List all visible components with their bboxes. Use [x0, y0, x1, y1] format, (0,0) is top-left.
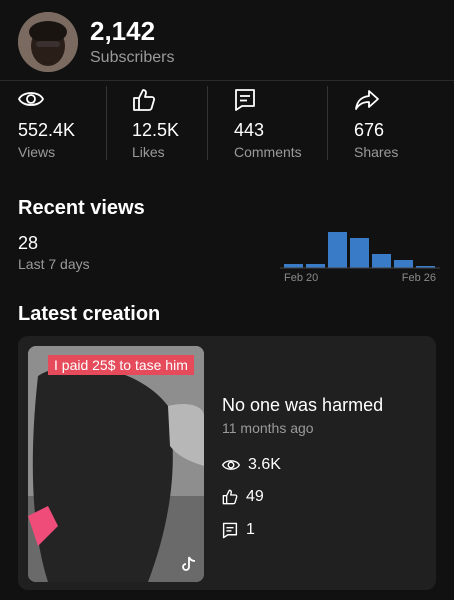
chart-bar: [284, 264, 303, 268]
stat-comments[interactable]: 443 Comments: [234, 88, 302, 160]
shares-value: 676: [354, 120, 385, 140]
stat-likes[interactable]: 12.5K Likes: [132, 88, 179, 160]
chart-tick-label: Feb 20: [284, 272, 318, 284]
subscriber-count: 2,142: [90, 16, 156, 46]
recent-views-period: Last 7 days: [18, 256, 90, 272]
divider: [106, 86, 107, 160]
chart-bar: [372, 254, 391, 268]
eye-icon: [222, 457, 240, 473]
video-comments-row: 1: [222, 521, 255, 539]
comments-value: 443: [234, 120, 265, 140]
chart-bar: [350, 238, 369, 268]
video-posted-time: 11 months ago: [222, 420, 314, 436]
avatar[interactable]: [18, 12, 78, 72]
comment-icon: [234, 88, 302, 114]
recent-views-count: 28: [18, 233, 39, 253]
shares-label: Shares: [354, 144, 399, 160]
eye-icon: [18, 88, 75, 114]
likes-value: 12.5K: [132, 120, 180, 140]
chart-bar: [306, 264, 325, 268]
video-title: No one was harmed: [222, 395, 384, 415]
views-value: 552.4K: [18, 120, 76, 140]
recent-views-chart[interactable]: Feb 20 Feb 26: [280, 228, 440, 288]
views-label: Views: [18, 144, 56, 160]
divider: [327, 86, 328, 160]
subscriber-label: Subscribers: [90, 49, 175, 66]
video-views-row: 3.6K: [222, 456, 281, 474]
chart-tick-label: Feb 26: [402, 272, 436, 284]
tiktok-logo-icon: [182, 556, 196, 572]
chart-bar: [328, 232, 347, 268]
comments-label: Comments: [234, 144, 302, 160]
likes-label: Likes: [132, 144, 165, 160]
comment-icon: [222, 522, 238, 539]
video-views-value: 3.6K: [248, 456, 281, 473]
thumbs-up-icon: [132, 88, 179, 114]
divider: [0, 80, 454, 81]
profile-header: 2,142 Subscribers: [18, 12, 174, 72]
video-likes-value: 49: [246, 488, 264, 505]
recent-views-title: Recent views: [18, 197, 145, 219]
video-likes-row: 49: [222, 488, 264, 506]
thumbnail-caption: I paid 25$ to tase him: [48, 355, 194, 375]
video-thumbnail[interactable]: I paid 25$ to tase him: [28, 346, 204, 582]
share-icon: [354, 88, 398, 114]
video-comments-value: 1: [246, 521, 255, 538]
latest-video-card[interactable]: I paid 25$ to tase him No one was harmed…: [18, 336, 436, 590]
stats-row: 552.4K Views 12.5K Likes 443 Comments 67…: [0, 88, 454, 160]
latest-creation-title: Latest creation: [18, 303, 161, 325]
thumbs-up-icon: [222, 489, 238, 505]
chart-bar: [394, 260, 413, 268]
divider: [207, 86, 208, 160]
stat-shares[interactable]: 676 Shares: [354, 88, 398, 160]
stat-views[interactable]: 552.4K Views: [18, 88, 75, 160]
